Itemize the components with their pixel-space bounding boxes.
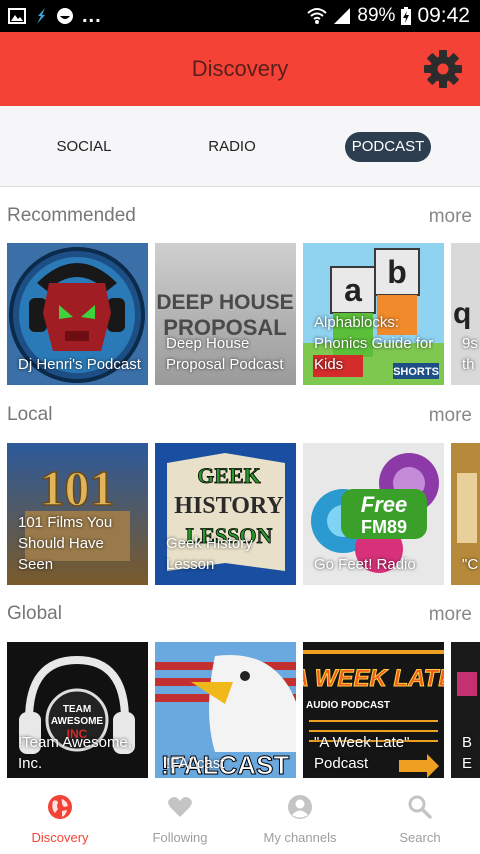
global-row: TEAM AWESOME INC !Team Awesome, Inc. !FA… [0,642,480,778]
battery-icon [401,7,412,25]
card-title: "A Week Late" Podcast [314,734,410,772]
podcast-card-partial[interactable]: "C [451,443,480,585]
page-title: Discovery [191,56,289,81]
svg-text:TEAM: TEAM [63,704,91,715]
card-title: Alphablocks: Phonics Guide for Kids [314,314,434,373]
tab-radio[interactable]: RADIO [206,132,258,162]
search-icon [408,795,432,819]
card-title: !FALcast [166,755,225,772]
svg-text:A WEEK LATE: A WEEK LATE [303,665,444,692]
card-title: !Team Awesome, Inc. [18,734,132,772]
podcast-card-partial[interactable]: q 9s th [451,243,480,385]
local-row: 101 101 Films You Should Have Seen GEEK … [0,443,480,585]
podcast-card-partial[interactable]: B E [451,642,480,778]
more-link-global[interactable]: more [429,604,472,626]
nav-search[interactable]: Search [360,778,480,854]
podcast-card-geek-history-lesson[interactable]: GEEK HISTORY LESSON Geek History Lesson [155,443,296,585]
card-title: 101 Films You Should Have Seen [18,514,113,573]
svg-text:AUDIO PODCAST: AUDIO PODCAST [306,700,390,711]
notification-area: ... [8,0,102,32]
flash-app-icon [37,8,45,24]
wifi-icon [307,8,328,24]
svg-text:FM89: FM89 [361,517,407,537]
app-bar: Discovery [0,32,480,106]
podcast-card-alphablocks[interactable]: a b SHORTS Alphablocks: Phonics Guide fo… [303,243,444,385]
smiley-app-icon [57,8,73,24]
card-title: Geek History Lesson [166,535,253,573]
tab-podcast[interactable]: PODCAST [345,132,431,162]
nav-label: Search [399,830,441,845]
podcast-card-deep-house-proposal[interactable]: DEEP HOUSE PROPOSAL Deep House Proposal … [155,243,296,385]
globe-icon [48,795,72,819]
card-title: Go Feet! Radio [314,556,416,573]
section-title-recommended: Recommended [7,205,136,226]
section-title-local: Local [7,404,53,425]
card-title: Deep House Proposal Podcast [166,335,284,373]
bottom-navigation: Discovery Following My channels Search [0,778,480,854]
podcast-card-a-week-late[interactable]: A WEEK LATE AUDIO PODCAST "A Week Late" … [303,642,444,778]
clock: 09:42 [417,4,470,27]
card-title: 9s th [462,335,478,373]
svg-text:q: q [453,297,471,330]
svg-text:101: 101 [40,460,115,516]
nav-following[interactable]: Following [120,778,240,854]
podcast-card-falcast[interactable]: !FALCAST !FALcast [155,642,296,778]
svg-text:Free: Free [361,492,407,517]
svg-text:DEEP HOUSE: DEEP HOUSE [156,291,293,314]
recommended-row: Dj Henri's Podcast DEEP HOUSE PROPOSAL D… [0,243,480,385]
nav-my-channels[interactable]: My channels [240,778,360,854]
tab-social[interactable]: SOCIAL [56,132,112,162]
nav-label: Following [152,830,208,845]
section-title-global: Global [7,603,62,624]
nav-label: My channels [263,830,337,845]
podcast-card-go-feet-radio[interactable]: Free FM89 Go Feet! Radio [303,443,444,585]
svg-text:HISTORY: HISTORY [174,493,283,519]
card-title: "C [462,556,479,573]
signal-icon [334,8,351,24]
podcast-card-dj-henri[interactable]: Dj Henri's Podcast [7,243,148,385]
svg-text:GEEK: GEEK [197,463,261,488]
card-title: Dj Henri's Podcast [18,356,141,373]
nav-label: Discovery [31,830,89,845]
image-icon [8,8,26,24]
svg-text:a: a [344,272,362,308]
person-icon [288,795,312,819]
card-title: B E [462,734,473,772]
more-link-recommended[interactable]: more [429,206,472,228]
podcast-card-101-films[interactable]: 101 101 Films You Should Have Seen [7,443,148,585]
podcast-card-team-awesome[interactable]: TEAM AWESOME INC !Team Awesome, Inc. [7,642,148,778]
more-notifications: ... [82,4,102,27]
gear-icon[interactable] [422,48,464,90]
status-bar: ... 89% 09:42 [0,0,480,32]
heart-icon [168,797,192,817]
category-tabs: SOCIAL RADIO PODCAST [0,106,480,187]
battery-percent: 89% [357,5,396,26]
more-link-local[interactable]: more [429,405,472,427]
nav-discovery[interactable]: Discovery [0,778,120,854]
system-status: 89% 09:42 [307,0,470,32]
svg-text:b: b [387,254,407,290]
svg-text:AWESOME: AWESOME [51,716,104,727]
